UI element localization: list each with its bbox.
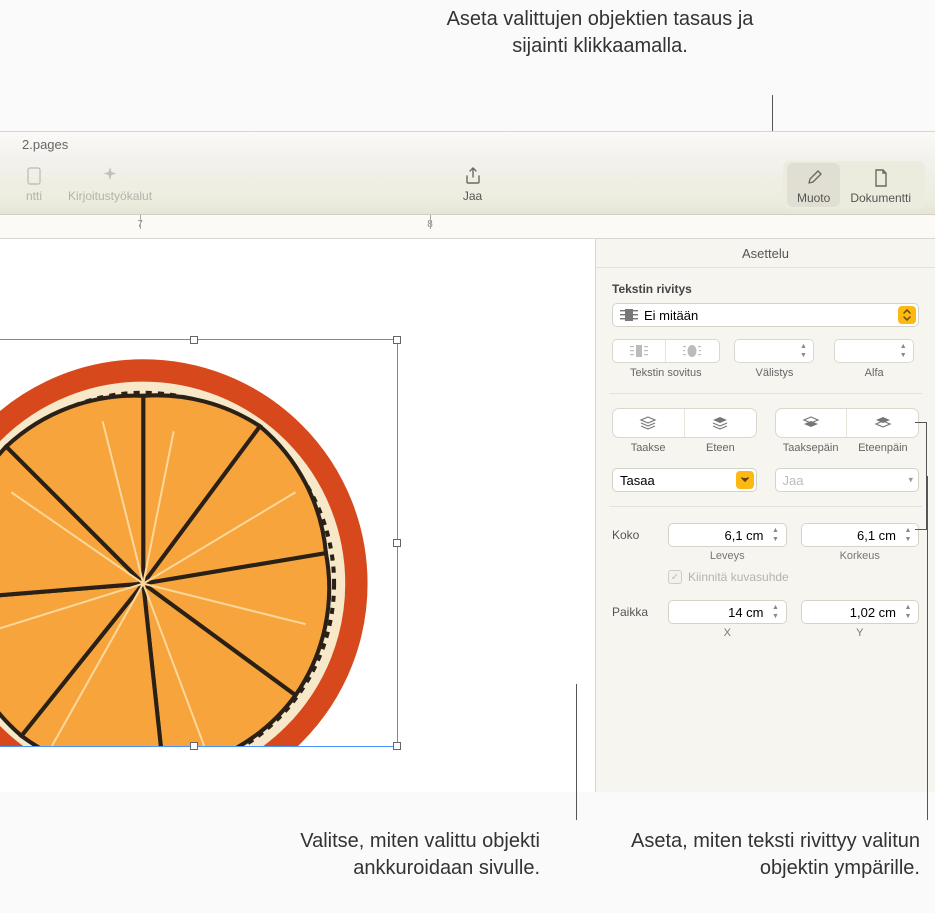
layer-down-icon	[802, 415, 820, 431]
inspector-toggle: Muoto Dokumentti	[783, 161, 925, 209]
send-to-back-button[interactable]	[613, 409, 685, 437]
alpha-label: Alfa	[865, 367, 884, 379]
resize-handle[interactable]	[393, 336, 401, 344]
height-label: Korkeus	[840, 550, 880, 562]
page-icon	[867, 165, 895, 191]
resize-handle[interactable]	[190, 336, 198, 344]
checkbox-label: Kiinnitä kuvasuhde	[688, 570, 789, 584]
dropdown-value: Tasaa	[620, 473, 655, 488]
window-title: 2.pages	[0, 132, 935, 157]
bring-forward-button[interactable]	[847, 409, 918, 437]
text-wrap-heading: Tekstin rivitys	[612, 282, 919, 296]
text-fit-segmented[interactable]	[612, 339, 720, 363]
input-value: 1,02 cm	[850, 605, 896, 620]
callout-line	[927, 476, 928, 820]
canvas[interactable]	[0, 239, 595, 792]
checkbox-icon: ✓	[668, 570, 682, 584]
callout-line	[576, 684, 577, 820]
order-label: Eteen	[684, 442, 756, 454]
share-icon	[459, 163, 487, 189]
paintbrush-icon	[800, 165, 828, 191]
x-label: X	[724, 627, 731, 639]
order-label: Eteenpäin	[847, 442, 919, 454]
callout-anchor: Valitse, miten valittu objekti ankkuroid…	[190, 828, 540, 882]
fit-contour-button[interactable]	[666, 340, 718, 362]
chevron-down-icon	[736, 471, 754, 489]
wrap-none-icon	[620, 308, 638, 322]
resize-handle[interactable]	[393, 539, 401, 547]
fit-rect-icon	[630, 345, 648, 357]
toolbar-label: Muoto	[797, 191, 830, 205]
lock-aspect-checkbox[interactable]: ✓ Kiinnitä kuvasuhde	[668, 570, 919, 584]
bring-to-front-button[interactable]	[685, 409, 756, 437]
y-input[interactable]: 1,02 cm ▲▼	[801, 600, 920, 624]
stack-back-icon	[639, 415, 657, 431]
orange-slice-illustration	[0, 340, 397, 746]
dropdown-value: Jaa	[783, 473, 804, 488]
order-label: Taaksepäin	[775, 442, 847, 454]
ruler: 7 8	[0, 215, 935, 239]
toolbar-writing-tools-button[interactable]: Kirjoitustyökalut	[58, 161, 162, 205]
fit-rect-button[interactable]	[613, 340, 666, 362]
callout-bracket	[915, 422, 927, 530]
send-back-front-segmented[interactable]	[612, 408, 757, 438]
text-wrap-dropdown[interactable]: Ei mitään	[612, 303, 919, 327]
fit-contour-icon	[683, 345, 701, 357]
layer-up-icon	[874, 415, 892, 431]
input-value: 14 cm	[728, 605, 763, 620]
toolbar-label: Jaa	[463, 189, 482, 203]
toolbar: ntti Kirjoitustyökalut Jaa Muoto	[0, 157, 935, 215]
spacing-stepper[interactable]: ▲▼	[734, 339, 814, 363]
backward-forward-segmented[interactable]	[775, 408, 920, 438]
alpha-stepper[interactable]: ▲▼	[834, 339, 914, 363]
toolbar-label: Kirjoitustyökalut	[68, 189, 152, 203]
inspector-tab-arrange[interactable]: Asettelu	[596, 239, 935, 268]
resize-handle[interactable]	[393, 742, 401, 750]
align-dropdown[interactable]: Tasaa	[612, 468, 757, 492]
toolbar-document-inspector-button[interactable]: Dokumentti	[840, 163, 921, 207]
sparkle-icon	[96, 163, 124, 189]
stack-front-icon	[711, 415, 729, 431]
dropdown-value: Ei mitään	[644, 308, 698, 323]
toolbar-format-button[interactable]: Muoto	[787, 163, 840, 207]
distribute-dropdown[interactable]: Jaa ▾	[775, 468, 920, 492]
position-label: Paikka	[612, 600, 668, 619]
width-label: Leveys	[710, 550, 745, 562]
input-value: 6,1 cm	[857, 528, 896, 543]
y-label: Y	[856, 627, 863, 639]
order-label: Taakse	[612, 442, 684, 454]
toolbar-document-button[interactable]: ntti	[10, 161, 58, 205]
document-icon	[20, 163, 48, 189]
spacing-label: Välistys	[756, 367, 794, 379]
toolbar-label: Dokumentti	[850, 191, 911, 205]
callout-format-tab: Aseta valittujen objektien tasaus ja sij…	[440, 6, 760, 60]
width-input[interactable]: 6,1 cm ▲▼	[668, 523, 787, 547]
chevron-down-icon: ▾	[908, 475, 913, 486]
size-label: Koko	[612, 523, 668, 542]
document-body: Asettelu Tekstin rivitys Ei mitään	[0, 239, 935, 792]
input-value: 6,1 cm	[724, 528, 763, 543]
send-backward-button[interactable]	[776, 409, 848, 437]
inspector-sidebar: Asettelu Tekstin rivitys Ei mitään	[595, 239, 935, 792]
callout-text-wrap: Aseta, miten teksti rivittyy valitun obj…	[620, 828, 920, 882]
toolbar-label: ntti	[26, 189, 42, 203]
toolbar-share-button[interactable]: Jaa	[449, 161, 497, 205]
text-fit-label: Tekstin sovitus	[630, 367, 702, 379]
resize-handle[interactable]	[190, 742, 198, 750]
chevron-updown-icon	[898, 306, 916, 324]
selected-image-object[interactable]	[0, 339, 398, 747]
app-window: 2.pages ntti Kirjoitustyökalut Jaa	[0, 131, 935, 791]
x-input[interactable]: 14 cm ▲▼	[668, 600, 787, 624]
height-input[interactable]: 6,1 cm ▲▼	[801, 523, 920, 547]
